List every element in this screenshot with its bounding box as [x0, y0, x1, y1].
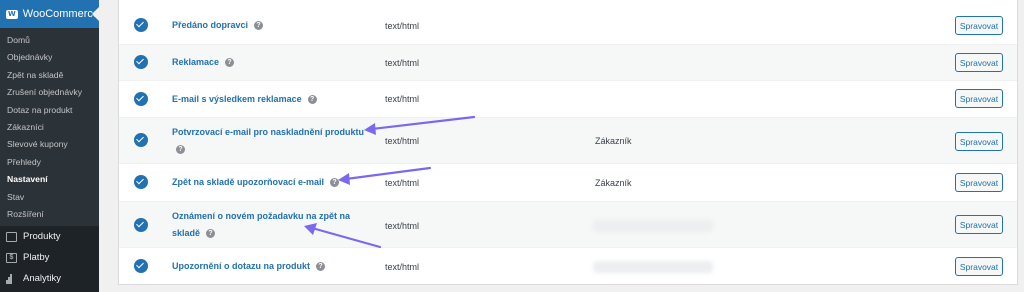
manage-button[interactable]: Spravovat — [955, 173, 1003, 192]
email-name-link[interactable]: Zpět na skladě upozorňovací e-mail? — [172, 174, 340, 191]
help-icon[interactable]: ? — [176, 145, 185, 155]
table-row: Reklamace? text/html Spravovat — [119, 45, 1017, 81]
email-name-link[interactable]: E-mail s výsledkem reklamace? — [172, 91, 317, 108]
enabled-check-icon — [134, 92, 148, 106]
email-name-link[interactable]: Předáno dopravci? — [172, 17, 264, 34]
enabled-check-icon — [134, 218, 148, 232]
payments-icon: $ — [6, 252, 17, 263]
menu-item-products-label: Produkty — [23, 231, 61, 242]
submenu-item-orders[interactable]: Objednávky — [0, 49, 99, 66]
manage-button[interactable]: Spravovat — [955, 16, 1003, 35]
admin-sidebar: W WooCommerce Domů Objednávky Zpět na sk… — [0, 0, 99, 292]
menu-item-payments[interactable]: $ Platby — [0, 247, 99, 268]
email-name-link[interactable]: Potvrzovací e-mail pro naskladnění produ… — [172, 124, 382, 158]
menu-item-payments-label: Platby — [23, 252, 50, 263]
help-icon[interactable]: ? — [316, 262, 325, 272]
enabled-check-icon — [134, 133, 148, 147]
content-type: text/html — [385, 221, 420, 231]
email-notifications-table: Předáno dopravci? text/html Spravovat Re… — [118, 0, 1018, 285]
woocommerce-logo-icon: W — [6, 9, 18, 19]
content-type: text/html — [385, 94, 420, 104]
manage-button[interactable]: Spravovat — [955, 89, 1003, 108]
help-icon[interactable]: ? — [307, 95, 317, 105]
submenu-item-home[interactable]: Domů — [0, 32, 99, 49]
enabled-check-icon — [134, 18, 148, 32]
help-icon[interactable]: ? — [206, 229, 216, 239]
manage-button[interactable]: Spravovat — [955, 215, 1003, 234]
table-row: Zpět na skladě upozorňovací e-mail? text… — [119, 164, 1017, 202]
recipient: Zákazník — [595, 178, 632, 188]
content-type: text/html — [385, 136, 420, 146]
content-type: text/html — [385, 58, 420, 68]
content-type: text/html — [385, 262, 420, 272]
enabled-check-icon — [134, 175, 148, 189]
manage-button[interactable]: Spravovat — [955, 132, 1003, 151]
manage-button[interactable]: Spravovat — [955, 257, 1003, 276]
enabled-check-icon — [134, 259, 148, 273]
submenu-item-settings[interactable]: Nastavení — [0, 171, 99, 188]
manage-button[interactable]: Spravovat — [955, 53, 1003, 72]
analytics-icon — [6, 273, 17, 284]
submenu-item-customers[interactable]: Zákazníci — [0, 119, 99, 136]
content-type: text/html — [385, 21, 420, 31]
email-name-link[interactable]: Reklamace? — [172, 54, 235, 71]
submenu-item-back-in-stock[interactable]: Zpět na skladě — [0, 67, 99, 84]
email-name-link[interactable]: Oznámení o novém požadavku na zpět na sk… — [172, 208, 372, 242]
recipient-blurred — [593, 261, 713, 273]
woocommerce-menu-header[interactable]: W WooCommerce — [0, 0, 99, 28]
submenu-item-cancel-order[interactable]: Zrušení objednávky — [0, 84, 99, 101]
recipient-blurred — [593, 220, 713, 232]
woocommerce-menu-label: WooCommerce — [22, 8, 99, 20]
email-name-link[interactable]: Upozornění o dotazu na produkt? — [172, 258, 325, 275]
submenu-item-product-inquiry[interactable]: Dotaz na produkt — [0, 102, 99, 119]
submenu-item-extensions[interactable]: Rozšíření — [0, 206, 99, 223]
table-row: Oznámení o novém požadavku na zpět na sk… — [119, 202, 1017, 248]
content-type: text/html — [385, 178, 420, 188]
products-icon — [6, 231, 17, 242]
table-row: E-mail s výsledkem reklamace? text/html … — [119, 81, 1017, 118]
menu-item-products[interactable]: Produkty — [0, 226, 99, 247]
enabled-check-icon — [134, 55, 148, 69]
submenu-item-reports[interactable]: Přehledy — [0, 154, 99, 171]
submenu-item-status[interactable]: Stav — [0, 189, 99, 206]
submenu-item-coupons[interactable]: Slevové kupony — [0, 136, 99, 153]
table-row: Předáno dopravci? text/html Spravovat — [119, 0, 1017, 45]
woocommerce-submenu: Domů Objednávky Zpět na skladě Zrušení o… — [0, 28, 99, 226]
help-icon[interactable]: ? — [330, 178, 340, 188]
recipient: Zákazník — [595, 136, 632, 146]
help-icon[interactable]: ? — [225, 58, 235, 68]
table-row: Potvrzovací e-mail pro naskladnění produ… — [119, 118, 1017, 164]
table-row: Upozornění o dotazu na produkt? text/htm… — [119, 248, 1017, 285]
menu-item-analytics[interactable]: Analytiky — [0, 268, 99, 289]
help-icon[interactable]: ? — [254, 21, 264, 31]
menu-item-analytics-label: Analytiky — [23, 273, 62, 284]
main-menu: Produkty $ Platby Analytiky — [0, 226, 99, 289]
